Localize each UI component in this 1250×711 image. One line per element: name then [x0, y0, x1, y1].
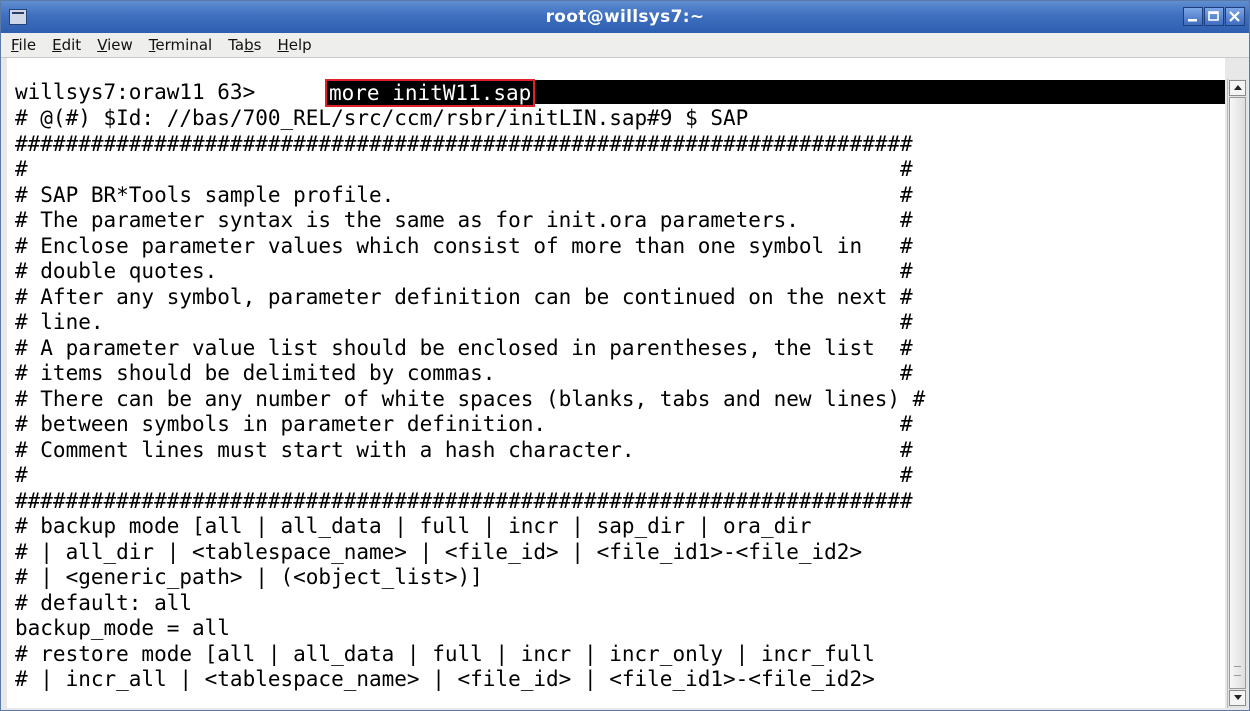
terminal-window: root@willsys7:~ File Edit View Terminal Tabs… [0, 0, 1250, 711]
output-line: # items should be delimited by commas. # [15, 361, 913, 385]
scroll-thumb[interactable] [1229, 97, 1246, 689]
maximize-icon [1208, 11, 1219, 21]
arrow-down-icon [1233, 695, 1242, 700]
output-line: # between symbols in parameter definitio… [15, 412, 913, 436]
menu-terminal[interactable]: Terminal [141, 33, 220, 54]
output-line: # backup mode [all | all_data | full | i… [15, 514, 812, 538]
window-title: root@willsys7:~ [545, 7, 705, 27]
output-line: # @(#) $Id: //bas/700_REL/src/ccm/rsbr/i… [15, 106, 749, 130]
arrow-up-icon [1233, 85, 1242, 90]
output-line: # There can be any number of white space… [15, 386, 926, 411]
menu-view[interactable]: View [89, 33, 141, 54]
output-line: ########################################… [15, 488, 913, 513]
vertical-scrollbar[interactable] [1227, 79, 1248, 708]
scroll-grip-icon [1234, 666, 1241, 676]
title-bar[interactable]: root@willsys7:~ [1, 1, 1249, 33]
scroll-down-button[interactable] [1229, 690, 1246, 706]
output-line: # The parameter syntax is the same as fo… [15, 208, 913, 232]
output-line: # double quotes. # [15, 259, 913, 283]
output-line: # | incr_all | <tablespace_name> | <file… [15, 667, 875, 691]
output-line: # | <generic_path> | (<object_list>)] [15, 565, 483, 589]
output-line: backup_mode = all [15, 616, 230, 640]
output-line: # A parameter value list should be enclo… [15, 335, 913, 360]
minimize-button[interactable] [1183, 7, 1203, 26]
output-line: # line. # [15, 310, 913, 334]
output-line: ########################################… [15, 131, 913, 156]
prompt-text: willsys7:oraw11 63> [15, 80, 268, 104]
output-line: # default: all [15, 590, 193, 615]
output-line: # # [15, 157, 913, 181]
output-line: # # [15, 463, 913, 487]
maximize-button[interactable] [1204, 7, 1224, 26]
menu-file[interactable]: File [1, 33, 44, 54]
close-button[interactable] [1225, 7, 1245, 26]
terminal-area[interactable]: willsys7:oraw11 63> more initW11.sap # @… [7, 58, 1225, 708]
output-line: # SAP BR*Tools sample profile. # [15, 182, 913, 207]
menu-bar: File Edit View Terminal Tabs Help [1, 33, 1249, 58]
menu-tabs[interactable]: Tabs [220, 33, 269, 54]
menu-help[interactable]: Help [269, 33, 319, 54]
close-icon [1229, 11, 1240, 22]
minimize-icon [1188, 19, 1197, 22]
output-line: # restore mode [all | all_data | full | … [15, 641, 875, 666]
output-line: # After any symbol, parameter definition… [15, 284, 913, 309]
scroll-up-button[interactable] [1229, 80, 1246, 96]
menu-edit[interactable]: Edit [44, 33, 89, 54]
output-line: # Enclose parameter values which consist… [15, 233, 913, 258]
output-line: # Comment lines must start with a hash c… [15, 437, 913, 462]
output-line: # | all_dir | <tablespace_name> | <file_… [15, 539, 863, 564]
command-text: more initW11.sap [325, 79, 536, 107]
